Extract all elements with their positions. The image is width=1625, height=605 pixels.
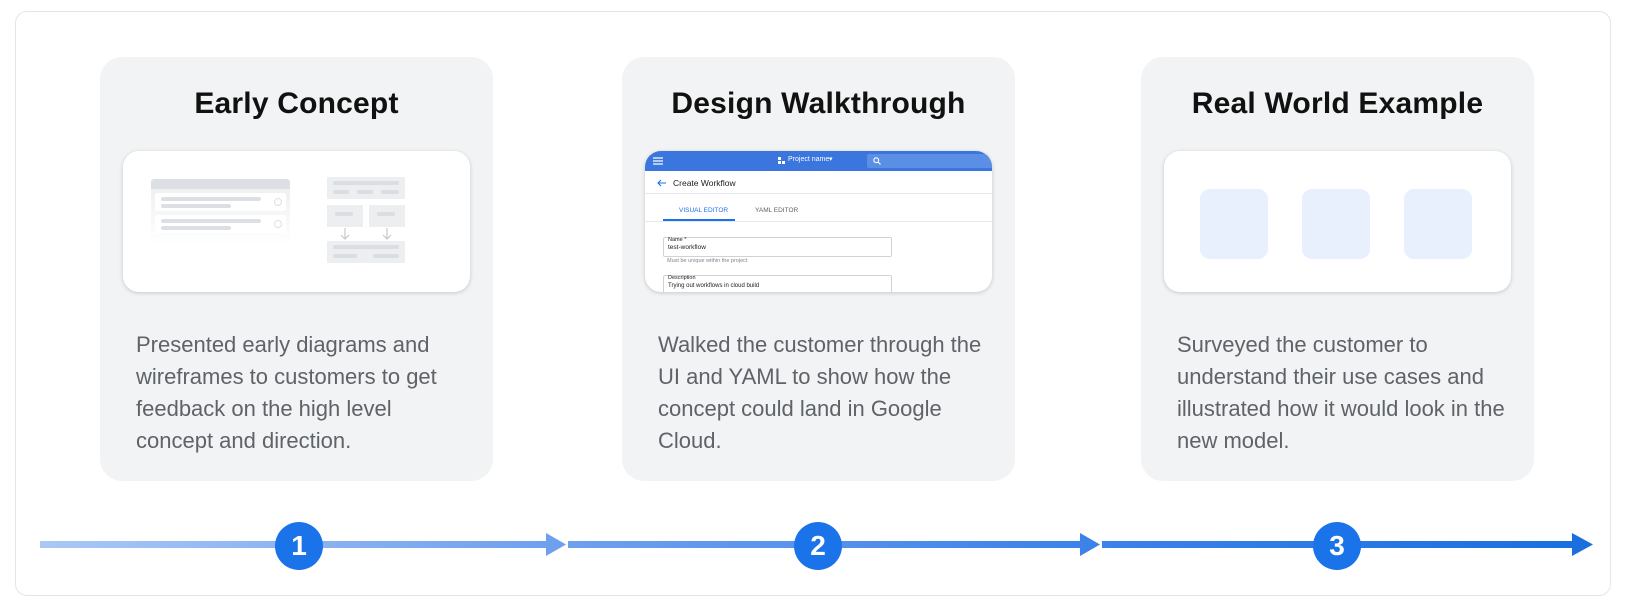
name-label: Name *	[668, 237, 687, 243]
wireframe-flow-top	[327, 177, 405, 199]
example-preview	[1164, 151, 1511, 292]
tab-visual-editor: VISUAL EDITOR	[679, 207, 729, 214]
wireframe-flow-arrows	[340, 228, 392, 240]
card-description: Surveyed the customer to understand thei…	[1177, 332, 1505, 453]
search-icon	[873, 157, 881, 165]
step-marker-1: 1	[275, 522, 323, 570]
step-marker-2: 2	[794, 522, 842, 570]
name-field: Name * test-workflow	[663, 237, 892, 257]
card-description: Walked the customer through the UI and Y…	[658, 332, 982, 453]
wireframe-flow-node	[327, 205, 363, 227]
card-title: Design Walkthrough	[671, 87, 966, 120]
wireframe-preview	[123, 151, 470, 292]
search-bar	[867, 154, 992, 168]
tab-yaml-editor: YAML EDITOR	[755, 207, 799, 214]
wireframe-list-row	[155, 215, 286, 233]
description-field: Description Trying out workflows in clou…	[663, 275, 892, 292]
example-placeholder	[1404, 189, 1472, 259]
name-value: test-workflow	[668, 244, 706, 251]
back-arrow-icon	[657, 179, 666, 187]
ui-screenshot-preview: Project name ▾ Create Workflow VISUAL ED…	[645, 151, 992, 292]
project-selector: Project name	[788, 156, 830, 163]
step-card-real-world-example: Real World Example Surveyed the customer…	[1141, 57, 1534, 481]
card-description: Presented early diagrams and wireframes …	[136, 332, 437, 453]
menu-icon	[653, 157, 663, 165]
wireframe-list-row	[155, 193, 286, 211]
wireframe-header	[151, 179, 290, 189]
project-icon	[778, 157, 785, 164]
dropdown-icon: ▾	[829, 156, 833, 163]
example-placeholder	[1200, 189, 1268, 259]
card-title: Real World Example	[1191, 87, 1484, 120]
step-card-early-concept: Early Concept Presented early diagrams a…	[100, 57, 493, 481]
card-title: Early Concept	[194, 87, 399, 120]
name-hint: Must be unique within the project	[667, 258, 748, 264]
description-value: Trying out workflows in cloud build	[668, 283, 760, 289]
page-title: Create Workflow	[673, 178, 736, 188]
wireframe-flow-node	[369, 205, 405, 227]
step-marker-3: 3	[1313, 522, 1361, 570]
wireframe-flow-bottom	[327, 241, 405, 263]
example-placeholder	[1302, 189, 1370, 259]
step-card-design-walkthrough: Design Walkthrough Project name ▾ Create…	[622, 57, 1015, 481]
description-label: Description	[668, 275, 696, 281]
wireframe-list	[151, 189, 290, 245]
